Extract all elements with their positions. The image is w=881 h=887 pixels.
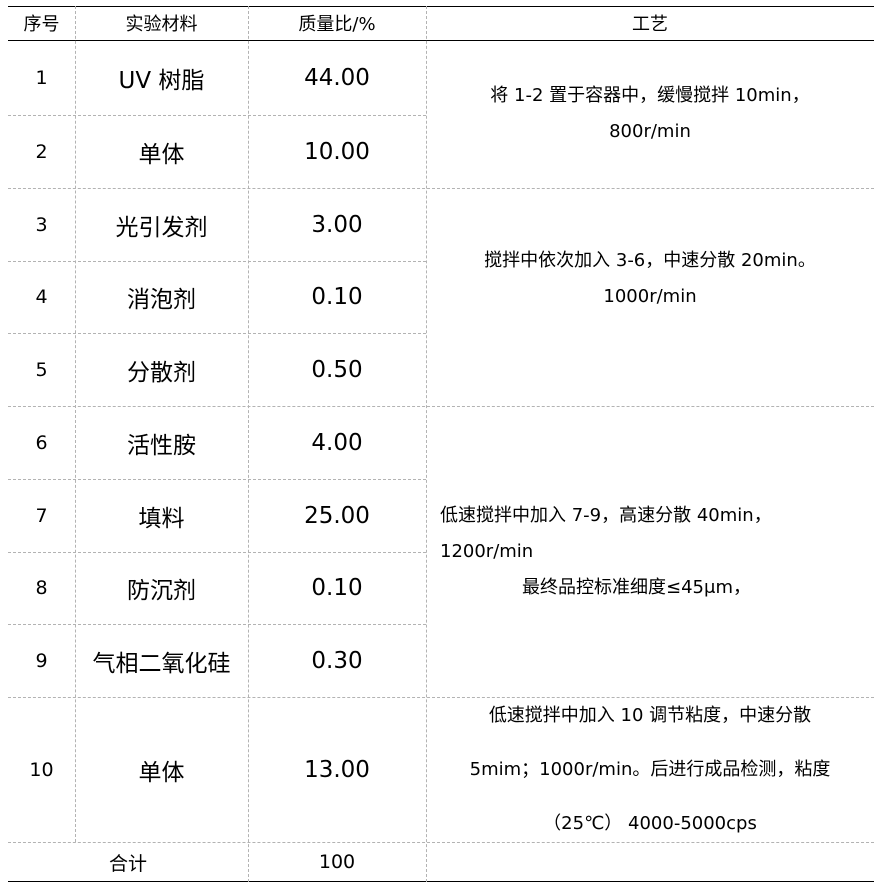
row-ratio: 13.00 — [304, 756, 370, 783]
row-ratio: 10.00 — [304, 138, 370, 165]
row-seq: 9 — [35, 649, 48, 672]
row-material: 单体 — [138, 141, 185, 168]
process-line: 5mim；1000r/min。后进行成品检测，粘度 — [469, 758, 831, 780]
process-step-1: 将 1-2 置于容器中，缓慢搅拌 10min， 800r/min — [426, 42, 874, 188]
row-material: 光引发剂 — [115, 214, 208, 241]
row-material: 单体 — [138, 759, 185, 786]
process-line: 低速搅拌中加入 10 调节粘度，中速分散 — [488, 704, 812, 726]
row-ratio: 44.00 — [304, 65, 370, 91]
process-line: 1000r/min — [603, 286, 697, 307]
process-line: 1200r/min — [440, 541, 534, 562]
row-material: 活性胺 — [127, 432, 196, 459]
row-seq: 1 — [35, 67, 48, 89]
total-value: 100 — [318, 851, 356, 873]
header-seq: 序号 — [23, 14, 60, 35]
header-bottom-border — [8, 40, 874, 41]
row-material: 气相二氧化硅 — [92, 650, 231, 677]
process-line: 将 1-2 置于容器中，缓慢搅拌 10min， — [490, 85, 810, 106]
row-ratio: 0.30 — [311, 647, 363, 674]
process-line: 800r/min — [609, 121, 691, 142]
row-material: 防沉剂 — [127, 578, 196, 604]
row-seq: 10 — [29, 758, 54, 781]
row-material: 分散剂 — [127, 359, 196, 386]
header-ratio: 质量比/% — [298, 14, 376, 35]
header-material: 实验材料 — [125, 14, 198, 35]
row-seq: 7 — [35, 504, 48, 527]
process-line: 低速搅拌中加入 7-9，高速分散 40min， — [440, 505, 772, 526]
process-line: 最终品控标准细度≤45μm， — [522, 577, 751, 598]
row-ratio: 0.50 — [311, 356, 363, 383]
process-step-3: 低速搅拌中加入 7-9，高速分散 40min， 1200r/min 最终品控标准… — [426, 406, 874, 697]
row-ratio: 0.10 — [311, 284, 363, 310]
row-ratio: 25.00 — [304, 502, 370, 529]
row-seq: 2 — [35, 140, 48, 163]
process-line: 搅拌中依次加入 3-6，中速分散 20min。 — [484, 250, 816, 271]
row-seq: 3 — [35, 213, 48, 236]
row-seq: 6 — [35, 431, 48, 454]
row-seq: 5 — [35, 358, 48, 381]
row-material: UV 树脂 — [118, 68, 205, 94]
row-ratio: 4.00 — [311, 429, 363, 456]
total-label: 合计 — [108, 852, 147, 875]
row-material: 填料 — [138, 505, 185, 532]
total-process-empty — [426, 842, 874, 882]
process-step-4: 低速搅拌中加入 10 调节粘度，中速分散 5mim；1000r/min。后进行成… — [426, 697, 874, 842]
row-ratio: 0.10 — [311, 575, 363, 601]
row-material: 消泡剂 — [127, 287, 196, 313]
process-step-2: 搅拌中依次加入 3-6，中速分散 20min。 1000r/min — [426, 188, 874, 406]
formulation-table: 序号 实验材料 质量比/% 工艺 1 UV 树脂 44.00 2 单体 10.0… — [8, 6, 874, 883]
row-ratio: 3.00 — [311, 211, 363, 238]
row-seq: 8 — [35, 577, 48, 599]
header-process: 工艺 — [632, 14, 668, 35]
row-seq: 4 — [35, 286, 48, 308]
